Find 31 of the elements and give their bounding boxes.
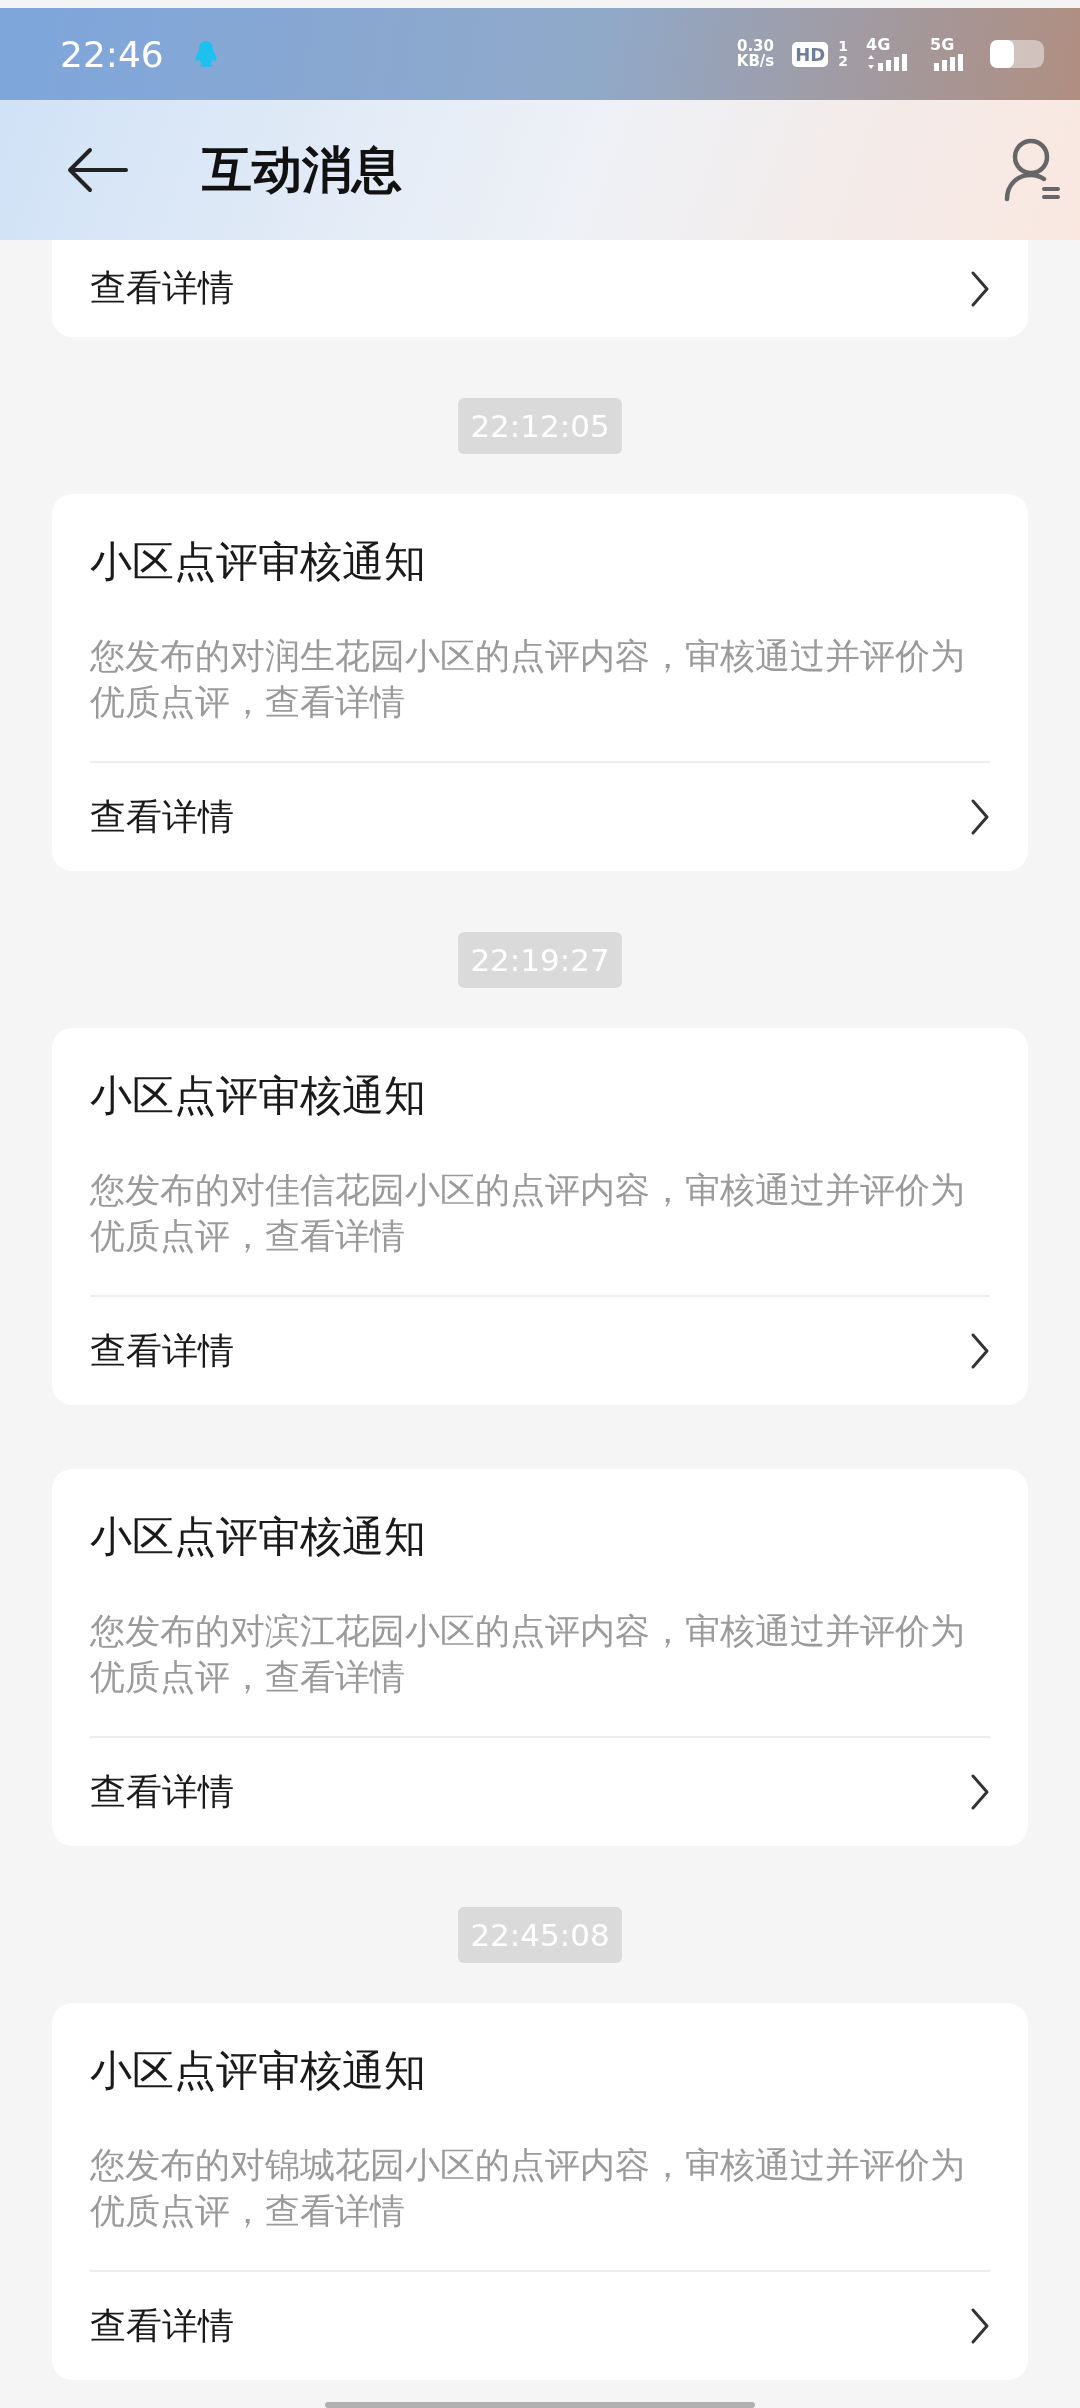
- view-details-link[interactable]: 查看详情: [90, 1297, 990, 1405]
- message-body: 您发布的对润生花园小区的点评内容，审核通过并评价为优质点评，查看详情: [90, 635, 966, 724]
- view-details-link[interactable]: 查看详情: [90, 2272, 990, 2380]
- speed-value: 0.30: [737, 39, 774, 54]
- network-label: 4G: [866, 37, 891, 53]
- chevron-right-icon: [970, 2307, 990, 2345]
- page-title: 互动消息: [202, 139, 402, 201]
- chevron-right-icon: [970, 269, 990, 308]
- view-details-link[interactable]: 查看详情: [90, 763, 990, 871]
- message-body: 您发布的对佳信花园小区的点评内容，审核通过并评价为优质点评，查看详情: [90, 1169, 966, 1258]
- status-time: 22:46: [60, 33, 164, 75]
- sim-number: 1: [838, 39, 848, 54]
- penguin-icon: [193, 40, 218, 68]
- speed-unit: KB/s: [736, 54, 775, 69]
- chevron-right-icon: [970, 1773, 990, 1811]
- message-title: 小区点评审核通知: [90, 1070, 427, 1122]
- message-body: 您发布的对滨江花园小区的点评内容，审核通过并评价为优质点评，查看详情: [90, 1610, 966, 1699]
- view-details-link[interactable]: 查看详情: [90, 1738, 990, 1846]
- view-details-link[interactable]: 查看详情: [90, 240, 990, 337]
- message-title: 小区点评审核通知: [90, 2045, 427, 2097]
- battery-icon: [990, 40, 1044, 68]
- message-body: 您发布的对锦城花园小区的点评内容，审核通过并评价为优质点评，查看详情: [90, 2144, 966, 2233]
- back-icon[interactable]: [66, 147, 128, 193]
- chevron-right-icon: [970, 1332, 990, 1370]
- message-title: 小区点评审核通知: [90, 536, 427, 588]
- user-settings-icon[interactable]: [1004, 137, 1062, 203]
- chevron-right-icon: [970, 798, 990, 836]
- hd-badge: HD: [792, 41, 829, 67]
- sim-number: 2: [838, 54, 848, 69]
- network-label: 5G: [930, 37, 955, 53]
- message-title: 小区点评审核通知: [90, 1511, 427, 1563]
